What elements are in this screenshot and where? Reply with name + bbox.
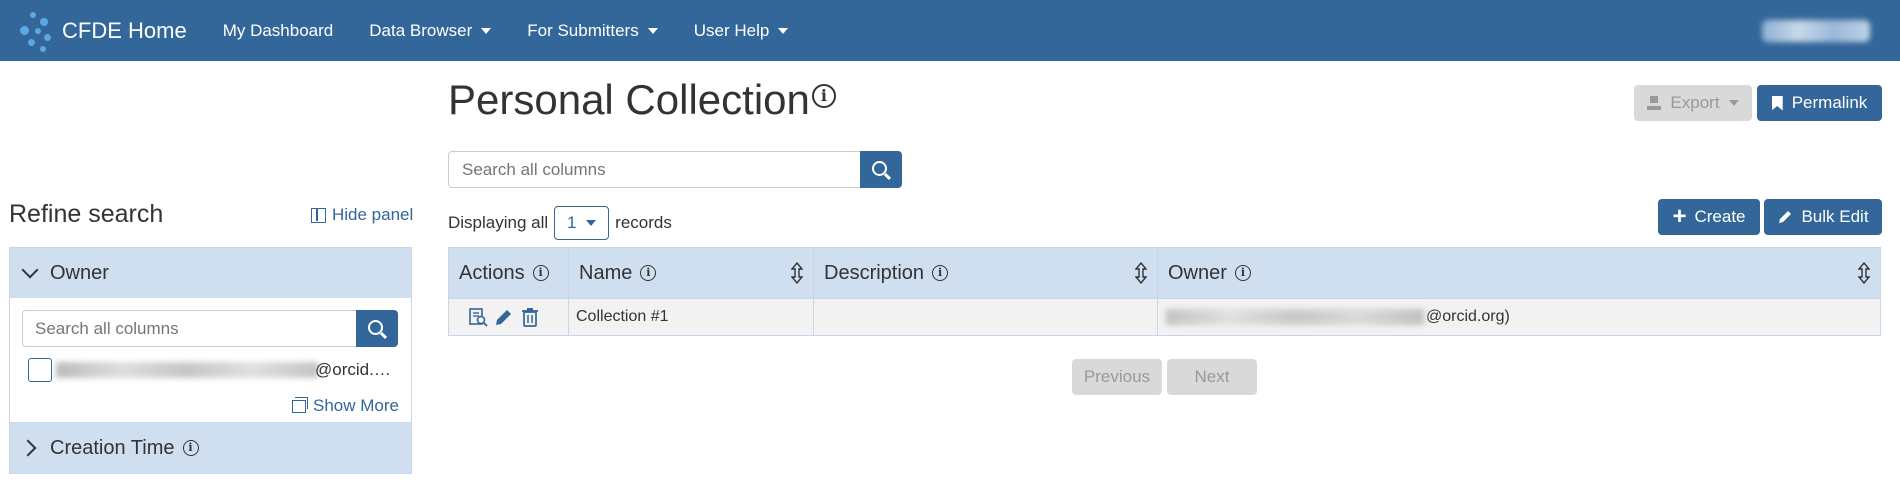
- page-title-text: Personal Collection: [448, 76, 810, 123]
- cfde-logo-icon: [16, 8, 54, 54]
- owner-checkbox[interactable]: [28, 358, 52, 382]
- facet-search: [22, 310, 398, 347]
- brand-home-link[interactable]: CFDE Home: [16, 8, 187, 54]
- pencil-icon: [1779, 211, 1792, 223]
- show-more-label: Show More: [313, 396, 399, 415]
- facet-search-input[interactable]: [22, 310, 356, 347]
- refine-search-title: Refine search: [9, 200, 164, 228]
- create-label: Create: [1694, 207, 1746, 226]
- column-header-owner[interactable]: Owner i: [1158, 248, 1880, 298]
- info-icon[interactable]: i: [182, 440, 199, 456]
- hide-panel-label: Hide panel: [332, 205, 414, 224]
- nav-user-help[interactable]: User Help: [694, 21, 789, 41]
- panel-icon: [311, 207, 326, 223]
- bookmark-icon: [1771, 95, 1783, 111]
- records-table: Actions i Name i Description i Owner i C…: [448, 247, 1881, 336]
- caret-down-icon: [778, 27, 789, 34]
- permalink-button[interactable]: Permalink: [1757, 85, 1882, 121]
- bulk-edit-label: Bulk Edit: [1801, 207, 1869, 226]
- export-button[interactable]: Export: [1634, 85, 1752, 121]
- record-count-bar: Displaying all 1 records: [448, 206, 672, 240]
- displaying-prefix: Displaying all: [448, 213, 549, 232]
- caret-down-icon: [481, 27, 492, 34]
- user-menu[interactable]: [1762, 20, 1870, 42]
- column-header-actions: Actions i: [449, 248, 569, 298]
- sort-icon[interactable]: [1858, 262, 1870, 284]
- nav-data-browser[interactable]: Data Browser: [369, 20, 492, 41]
- facet-label: Creation Time: [50, 436, 175, 459]
- caret-down-icon: [586, 220, 597, 226]
- facet-creation-time-header[interactable]: Creation Time i: [10, 423, 411, 473]
- column-label: Actions: [459, 261, 525, 284]
- nav-label: My Dashboard: [222, 20, 334, 40]
- sort-icon[interactable]: [791, 262, 803, 284]
- search-icon: [872, 160, 887, 176]
- displaying-suffix: records: [615, 213, 672, 232]
- show-more-icon: [292, 396, 309, 413]
- page-title: Personal Collection i: [448, 76, 836, 124]
- create-button[interactable]: + Create: [1658, 199, 1760, 235]
- facet-owner-body: @orcid.… Show More: [10, 298, 411, 424]
- cell-name: Collection #1: [569, 299, 814, 335]
- facet-owner: Owner @orcid.… Show More: [9, 247, 412, 425]
- main-search-input[interactable]: [448, 151, 860, 188]
- info-icon[interactable]: i: [811, 84, 836, 108]
- table-header: Actions i Name i Description i Owner i: [449, 248, 1880, 298]
- table-row: Collection #1 @orcid.org): [449, 298, 1880, 335]
- info-icon[interactable]: i: [932, 265, 949, 281]
- nav-label: Data Browser: [369, 20, 473, 40]
- chevron-down-icon: [21, 261, 39, 279]
- row-actions: [449, 299, 569, 335]
- facet-label: Owner: [50, 261, 109, 284]
- owner-suffix: @orcid.org): [1426, 308, 1510, 325]
- main-search-button[interactable]: [860, 151, 902, 188]
- hide-panel-button[interactable]: Hide panel: [311, 205, 413, 225]
- page-size-value: 1: [566, 213, 577, 232]
- brand-label: CFDE Home: [62, 17, 187, 43]
- info-icon[interactable]: i: [1234, 265, 1251, 281]
- column-label: Owner: [1168, 261, 1227, 284]
- cell-owner: @orcid.org): [1158, 299, 1880, 335]
- facet-owner-header[interactable]: Owner: [10, 248, 411, 298]
- next-page-button[interactable]: Next: [1167, 359, 1257, 395]
- delete-trash-icon[interactable]: [520, 307, 540, 327]
- owner-name-redacted: [1166, 309, 1424, 325]
- nav-label: For Submitters: [527, 20, 639, 40]
- navbar: CFDE Home My Dashboard Data Browser For …: [0, 0, 1900, 61]
- caret-down-icon: [1728, 100, 1739, 106]
- sort-icon[interactable]: [1135, 262, 1147, 284]
- download-icon: [1647, 96, 1662, 110]
- main-search: [448, 151, 902, 188]
- column-header-name[interactable]: Name i: [569, 248, 814, 298]
- info-icon[interactable]: i: [532, 265, 549, 281]
- bulk-edit-button[interactable]: Bulk Edit: [1764, 199, 1882, 235]
- show-more-link[interactable]: Show More: [292, 396, 399, 416]
- page-size-select[interactable]: 1: [554, 206, 610, 240]
- previous-page-button[interactable]: Previous: [1072, 359, 1162, 395]
- info-icon[interactable]: i: [640, 265, 657, 281]
- nav-label: User Help: [693, 20, 770, 40]
- plus-icon: +: [1672, 203, 1687, 230]
- nav-my-dashboard[interactable]: My Dashboard: [223, 21, 334, 41]
- chevron-right-icon: [19, 439, 37, 457]
- column-label: Name: [579, 261, 633, 284]
- cell-description: [814, 299, 1158, 335]
- column-label: Description: [824, 261, 925, 284]
- export-label: Export: [1670, 93, 1720, 112]
- owner-option-label: @orcid.…: [315, 360, 391, 379]
- search-icon: [368, 319, 383, 335]
- permalink-label: Permalink: [1791, 93, 1868, 112]
- facet-search-button[interactable]: [356, 310, 398, 347]
- nav-for-submitters[interactable]: For Submitters: [527, 20, 658, 41]
- edit-pencil-icon[interactable]: [494, 307, 514, 327]
- view-details-icon[interactable]: [468, 307, 488, 327]
- owner-name-redacted: [56, 362, 318, 378]
- facet-creation-time: Creation Time i: [9, 422, 412, 474]
- caret-down-icon: [647, 27, 658, 34]
- column-header-description[interactable]: Description i: [814, 248, 1158, 298]
